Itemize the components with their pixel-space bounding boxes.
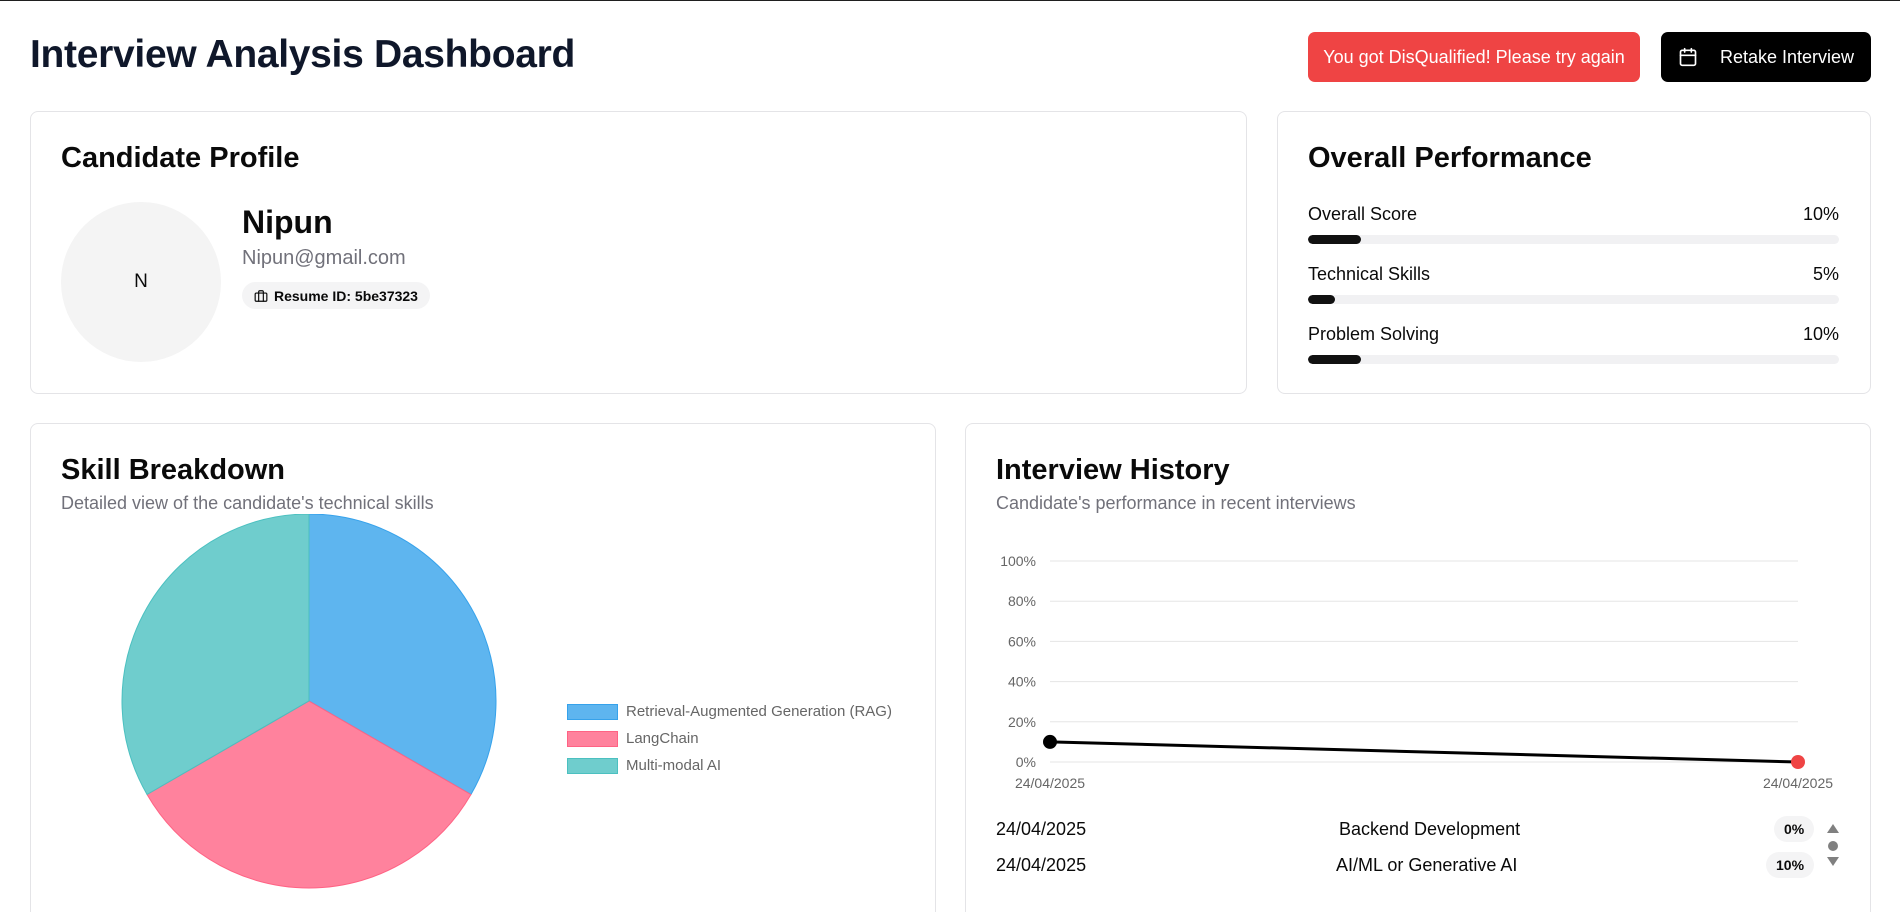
skill-breakdown-subtitle: Detailed view of the candidate's technic… — [61, 493, 434, 513]
overall-performance-title: Overall Performance — [1308, 142, 1592, 174]
metric-value: 5% — [1812, 264, 1839, 284]
interview-history-title: Interview History — [996, 454, 1230, 486]
history-row[interactable]: 24/04/2025 AI/ML or Generative AI 10% — [996, 851, 1836, 881]
progress-track — [1308, 295, 1839, 304]
history-date: 24/04/2025 — [996, 855, 1087, 875]
progress-fill — [1308, 295, 1335, 304]
candidate-email: Nipun@gmail.com — [242, 247, 406, 269]
calendar-icon — [1679, 47, 1697, 67]
window-top-border — [0, 0, 1900, 1]
y-tick-label: 100% — [1000, 553, 1036, 569]
skill-breakdown-title: Skill Breakdown — [61, 454, 286, 486]
progress-track — [1308, 235, 1839, 244]
legend-swatch — [567, 730, 618, 747]
legend-item-langchain[interactable]: LangChain — [567, 725, 892, 752]
data-point[interactable] — [1043, 734, 1057, 749]
skill-breakdown-card: Skill Breakdown Detailed view of the can… — [30, 423, 936, 912]
metric-technical-skills: Technical Skills 5% — [1308, 264, 1839, 304]
retake-interview-button[interactable]: Retake Interview — [1661, 32, 1871, 82]
history-line-chart: 0% 20% 40% 60% 80% 100% 24/04/2025 24/04/2025 — [1000, 553, 1833, 791]
metric-value: 10% — [1802, 204, 1839, 224]
history-category: Backend Development — [1339, 819, 1521, 839]
avatar: N — [61, 202, 221, 362]
y-tick-label: 0% — [1016, 754, 1036, 770]
metric-label: Technical Skills — [1308, 264, 1431, 284]
resume-id-badge: Resume ID: 5be37323 — [242, 282, 430, 309]
score-line — [1049, 740, 1799, 764]
x-tick-label: 24/04/2025 — [1763, 775, 1833, 791]
metric-problem-solving: Problem Solving 10% — [1308, 324, 1839, 364]
scroll-up-arrow[interactable] — [1827, 824, 1839, 833]
data-point[interactable] — [1791, 755, 1805, 769]
candidate-profile-card: Candidate Profile N Nipun Nipun@gmail.co… — [30, 111, 1247, 394]
history-score-badge: 0% — [1774, 816, 1815, 842]
resume-id-label: Resume ID: 5be37323 — [274, 287, 418, 304]
legend-label: Retrieval-Augmented Generation (RAG) — [626, 703, 892, 720]
disqualified-alert-label: You got DisQualified! Please try again — [1323, 46, 1625, 67]
y-tick-label: 80% — [1008, 593, 1036, 609]
interview-history-card: Interview History Candidate's performanc… — [965, 423, 1871, 912]
progress-track — [1308, 355, 1839, 364]
legend-swatch — [567, 757, 618, 774]
y-tick-label: 40% — [1008, 674, 1036, 690]
legend-swatch — [567, 703, 618, 720]
skill-pie-chart — [121, 514, 497, 889]
history-category: AI/ML or Generative AI — [1336, 855, 1518, 875]
disqualified-alert-button[interactable]: You got DisQualified! Please try again — [1308, 32, 1640, 82]
progress-fill — [1308, 355, 1362, 364]
pie-legend: Retrieval-Augmented Generation (RAG) Lan… — [567, 698, 892, 779]
legend-item-multimodal[interactable]: Multi-modal AI — [567, 752, 892, 779]
legend-item-rag[interactable]: Retrieval-Augmented Generation (RAG) — [567, 698, 892, 725]
candidate-profile-title: Candidate Profile — [61, 142, 300, 174]
avatar-initial: N — [134, 271, 148, 292]
history-date: 24/04/2025 — [996, 819, 1087, 839]
overall-performance-card: Overall Performance Overall Score 10% Te… — [1277, 111, 1871, 394]
scroll-thumb[interactable] — [1828, 841, 1838, 851]
y-tick-label: 20% — [1008, 714, 1036, 730]
progress-fill — [1308, 235, 1362, 244]
metric-label: Overall Score — [1308, 204, 1418, 224]
history-row[interactable]: 24/04/2025 Backend Development 0% — [996, 815, 1836, 845]
metric-value: 10% — [1802, 324, 1839, 344]
x-tick-label: 24/04/2025 — [1015, 775, 1085, 791]
retake-interview-label: Retake Interview — [1719, 46, 1855, 67]
legend-label: Multi-modal AI — [626, 757, 722, 774]
page-title: Interview Analysis Dashboard — [30, 33, 576, 76]
scroll-down-arrow[interactable] — [1827, 857, 1839, 866]
briefcase-icon — [254, 289, 268, 302]
candidate-name: Nipun — [242, 204, 333, 240]
metric-overall-score: Overall Score 10% — [1308, 204, 1839, 244]
y-tick-label: 60% — [1008, 633, 1036, 649]
history-score-badge: 10% — [1766, 852, 1815, 878]
legend-label: LangChain — [626, 730, 699, 747]
interview-history-subtitle: Candidate's performance in recent interv… — [996, 493, 1356, 513]
history-scroll-control[interactable] — [1826, 822, 1840, 876]
metric-label: Problem Solving — [1308, 324, 1440, 344]
